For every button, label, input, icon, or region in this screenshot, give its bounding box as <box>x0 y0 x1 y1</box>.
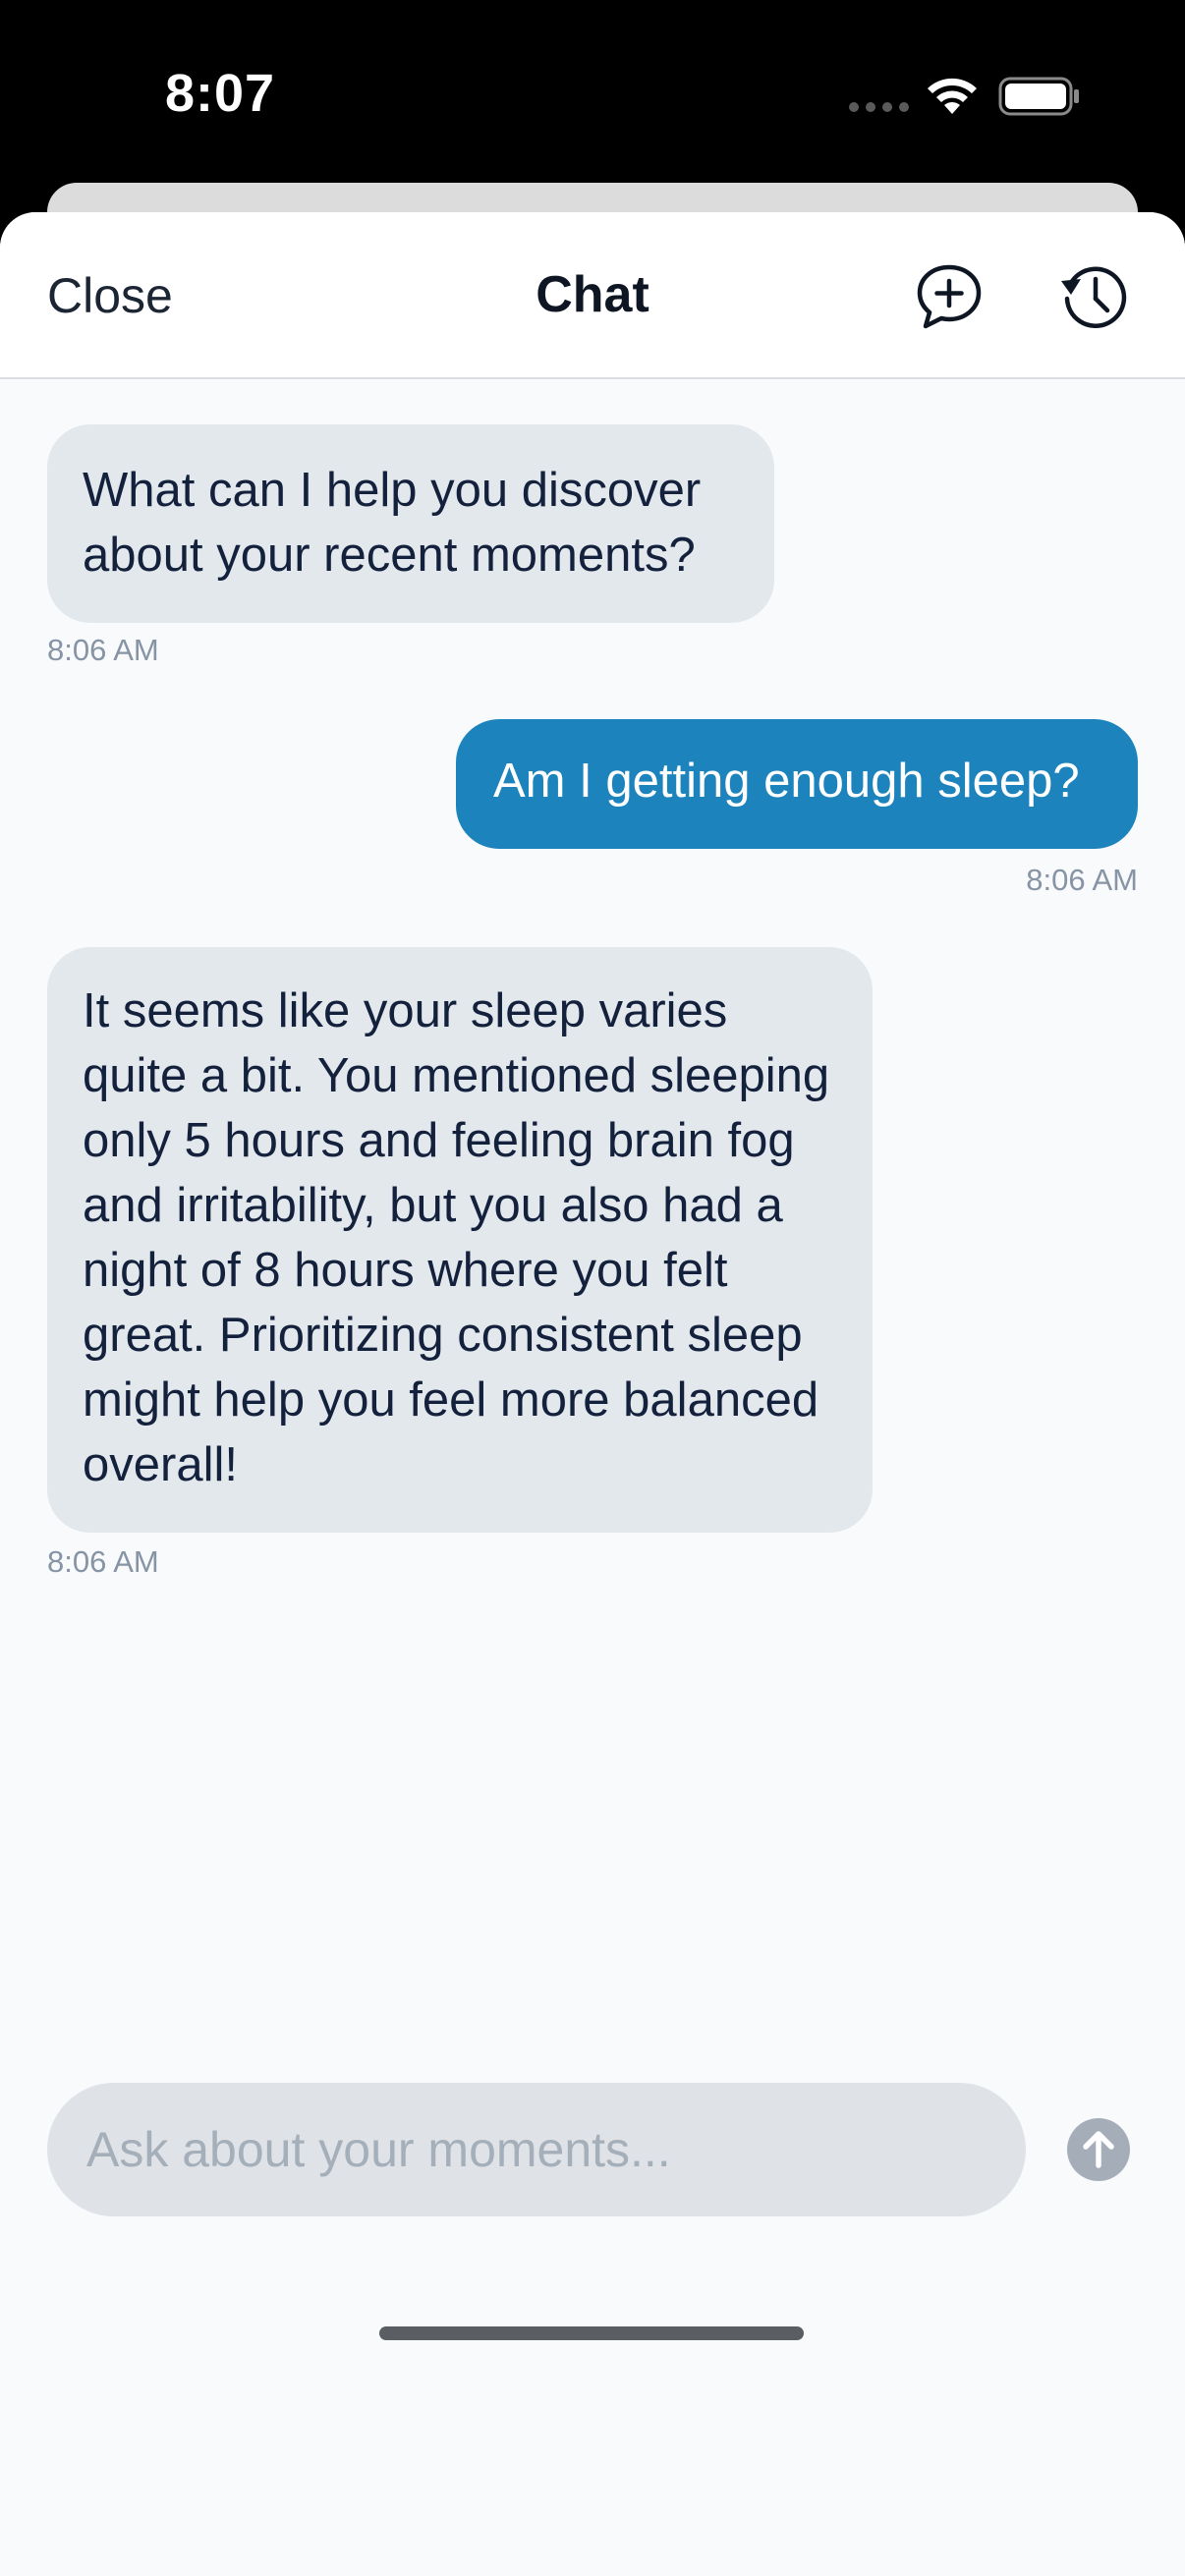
history-icon[interactable] <box>1057 259 1132 334</box>
arrow-up-icon <box>1083 2131 1114 2168</box>
message-timestamp: 8:06 AM <box>47 633 159 667</box>
home-indicator <box>379 2326 804 2340</box>
page-title: Chat <box>536 266 649 323</box>
message-timestamp: 8:06 AM <box>1026 863 1138 897</box>
cellular-signal-icon <box>849 102 909 112</box>
user-message: Am I getting enough sleep? <box>456 719 1138 849</box>
battery-icon <box>998 77 1079 116</box>
wifi-icon <box>928 78 977 114</box>
close-button[interactable]: Close <box>47 267 173 324</box>
assistant-message: What can I help you discover about your … <box>47 424 774 623</box>
assistant-message: It seems like your sleep varies quite a … <box>47 947 873 1533</box>
nav-bar: Close Chat <box>0 212 1185 379</box>
message-input[interactable] <box>85 2120 1026 2179</box>
send-button[interactable] <box>1067 2118 1130 2181</box>
status-time: 8:07 <box>165 64 276 123</box>
message-text: Am I getting enough sleep? <box>493 755 1080 808</box>
status-bar: 8:07 <box>0 0 1185 187</box>
message-timestamp: 8:06 AM <box>47 1544 159 1579</box>
message-text: What can I help you discover about your … <box>83 464 702 582</box>
chat-sheet: Close Chat What can I help you discover … <box>0 212 1185 2576</box>
new-chat-icon[interactable] <box>912 259 987 334</box>
message-input-container <box>47 2083 1026 2216</box>
message-text: It seems like your sleep varies quite a … <box>83 984 830 1491</box>
